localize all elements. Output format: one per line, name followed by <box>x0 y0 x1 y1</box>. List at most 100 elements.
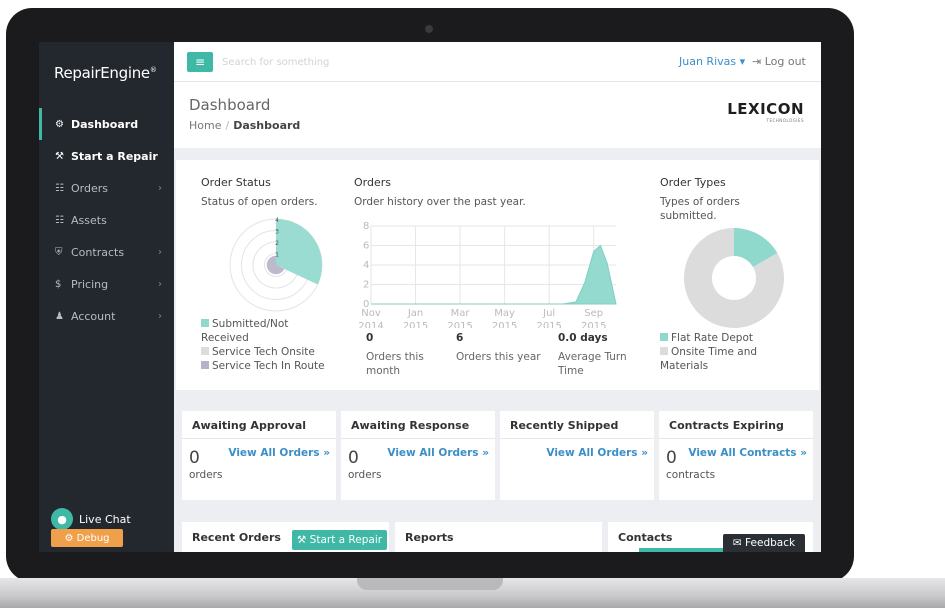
sidebar-item-label: Assets <box>71 213 107 227</box>
sidebar-item-label: Contracts <box>71 245 125 259</box>
menu-toggle-button[interactable]: ≡ <box>187 52 213 72</box>
order-status-title: Order Status <box>201 176 271 189</box>
sidebar-item-dashboard[interactable]: ⚙ Dashboard <box>39 108 174 140</box>
widget-awaiting-response: Awaiting Response 0 orders View All Orde… <box>341 411 495 500</box>
legend-item: Service Tech In Route <box>201 359 326 373</box>
legend-item: Service Tech Onsite <box>201 345 326 359</box>
breadcrumb-home[interactable]: Home <box>189 119 221 132</box>
user-icon: ♟ <box>55 310 64 322</box>
legend-item: Flat Rate Depot <box>660 331 800 345</box>
legend-item: Onsite Time and Materials <box>660 346 758 372</box>
live-chat-label: Live Chat <box>79 512 131 526</box>
legend-swatch <box>660 347 668 355</box>
order-status-legend: Submitted/Not Received Service Tech Onsi… <box>201 317 326 373</box>
legend-swatch <box>660 333 668 341</box>
polar-tick-label: 1 <box>275 252 279 259</box>
debug-button[interactable]: ⚙ Debug <box>51 529 123 547</box>
orders-history-chart: 02468Nov2014Jan2015Mar2015May2015Jul2015… <box>358 221 617 328</box>
view-all-orders-link[interactable]: View All Orders » <box>387 447 489 459</box>
sidebar-item-label: Start a Repair <box>71 149 158 163</box>
chat-bubble-icon: ● <box>51 508 73 530</box>
sidebar-item-account[interactable]: ♟ Account › <box>39 300 174 332</box>
widget-awaiting-approval: Awaiting Approval 0 orders View All Orde… <box>182 411 336 500</box>
page-header: Dashboard Home / Dashboard LEXICON TECHNOL… <box>174 82 821 148</box>
y-tick-label: 6 <box>363 241 369 252</box>
live-chat-button[interactable]: ● Live Chat <box>51 508 131 530</box>
widget-unit: orders <box>189 469 223 481</box>
legend-swatch <box>201 361 209 369</box>
order-types-chart <box>684 228 784 328</box>
sidebar-item-start-repair[interactable]: ⚒ Start a Repair <box>39 140 174 172</box>
widget-title: Awaiting Response <box>341 411 495 439</box>
order-types-legend: Flat Rate Depot Onsite Time and Material… <box>660 331 800 373</box>
metric-value: 0 <box>366 332 374 344</box>
recent-orders-panel: Recent Orders ⚒ Start a Repair <box>182 522 389 552</box>
widget-count: 0 <box>666 448 677 468</box>
sidebar-item-pricing[interactable]: $ Pricing › <box>39 268 174 300</box>
order-status-subtitle: Status of open orders. <box>201 196 318 208</box>
brand-logo[interactable]: RepairEngine® <box>54 64 157 82</box>
widget-contracts-expiring: Contracts Expiring 0 contracts View All … <box>659 411 813 500</box>
camera-icon <box>425 25 433 33</box>
sidebar-item-contracts[interactable]: ⛨ Contracts › <box>39 236 174 268</box>
breadcrumb-current: Dashboard <box>233 119 301 132</box>
contacts-title: Contacts <box>618 531 673 544</box>
x-tick-label: 2015 <box>492 321 517 328</box>
x-tick-label: May <box>494 308 515 319</box>
widget-unit: contracts <box>666 469 716 481</box>
start-repair-button[interactable]: ⚒ Start a Repair <box>292 530 387 550</box>
metric-label: Average Turn Time <box>558 351 627 377</box>
polar-tick-label: 3 <box>275 229 279 236</box>
logo-text: LEXICON <box>727 100 804 118</box>
sidebar: RepairEngine® ⚙ Dashboard ⚒ Start a Repa… <box>39 42 174 552</box>
legend-swatch <box>201 319 209 327</box>
page-title: Dashboard <box>189 96 271 114</box>
chevron-right-icon: › <box>158 310 162 322</box>
metric-label: Orders this year <box>456 351 541 363</box>
sidebar-item-orders[interactable]: ☷ Orders › <box>39 172 174 204</box>
widget-count: 0 <box>189 448 200 468</box>
x-tick-label: Nov <box>361 308 381 319</box>
x-tick-label: 2015 <box>403 321 428 328</box>
y-tick-label: 2 <box>363 280 369 291</box>
stats-panel: Order Status Status of open orders. 1 2 3 4… <box>176 160 819 390</box>
x-tick-label: 2015 <box>581 321 606 328</box>
chevron-right-icon: › <box>158 246 162 258</box>
grid-icon: ☷ <box>55 214 64 226</box>
widget-recently-shipped: Recently Shipped View All Orders » <box>500 411 654 500</box>
x-tick-label: Sep <box>584 308 603 319</box>
user-menu[interactable]: Juan Rivas ▾ <box>679 55 745 68</box>
dollar-icon: $ <box>55 278 62 290</box>
x-tick-label: Jul <box>542 308 555 319</box>
reports-title: Reports <box>405 531 454 544</box>
x-tick-label: 2015 <box>447 321 472 328</box>
x-tick-label: 2014 <box>358 321 383 328</box>
reports-panel: Reports <box>395 522 602 552</box>
dashboard-icon: ⚙ <box>55 118 64 130</box>
legend-item: Submitted/Not Received <box>201 318 289 344</box>
view-all-contracts-link[interactable]: View All Contracts » <box>688 447 807 459</box>
chevron-right-icon: › <box>158 278 162 290</box>
contacts-button-edge[interactable] <box>639 548 723 552</box>
view-all-orders-link[interactable]: View All Orders » <box>546 447 648 459</box>
view-all-orders-link[interactable]: View All Orders » <box>228 447 330 459</box>
breadcrumb: Home / Dashboard <box>189 119 300 132</box>
sidebar-item-assets[interactable]: ☷ Assets <box>39 204 174 236</box>
feedback-button[interactable]: ✉ Feedback <box>723 534 805 552</box>
search-input[interactable] <box>222 52 342 72</box>
topbar: ≡ Juan Rivas ▾ ⇥ Log out <box>174 42 821 82</box>
breadcrumb-separator: / <box>225 119 230 132</box>
orders-title: Orders <box>354 176 391 189</box>
orders-subtitle: Order history over the past year. <box>354 196 526 208</box>
laptop-notch <box>357 578 503 590</box>
metric-label: Orders this month <box>366 351 424 377</box>
logout-link[interactable]: ⇥ Log out <box>752 55 806 68</box>
legend-swatch <box>201 347 209 355</box>
metric-value: 0.0 days <box>558 332 608 344</box>
shield-icon: ⛨ <box>55 246 63 258</box>
x-tick-label: 2015 <box>536 321 561 328</box>
recent-orders-title: Recent Orders <box>192 531 281 544</box>
polar-tick-label: 4 <box>275 217 279 224</box>
hamburger-icon: ≡ <box>194 55 206 69</box>
metric-value: 6 <box>456 332 464 344</box>
